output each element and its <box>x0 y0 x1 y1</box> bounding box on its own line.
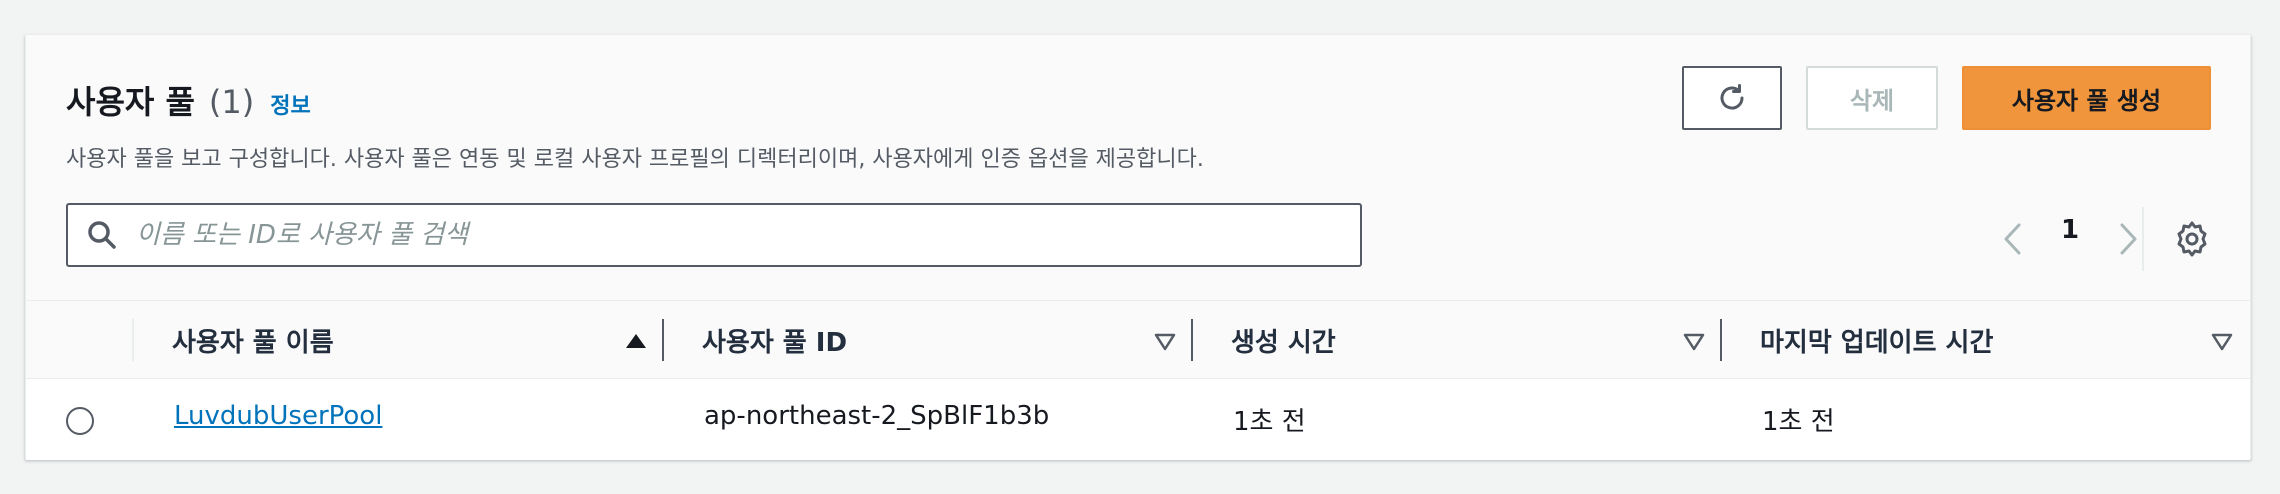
column-header-name[interactable]: 사용자 풀 이름 <box>172 301 334 380</box>
delete-button[interactable]: 삭제 <box>1806 66 1938 130</box>
chevron-left-icon[interactable] <box>1994 219 2034 259</box>
pager-divider <box>2142 207 2144 271</box>
page-title: 사용자 풀 <box>66 83 195 121</box>
column-separator[interactable] <box>662 319 664 361</box>
page-description: 사용자 풀을 보고 구성합니다. 사용자 풀은 연동 및 로컬 사용자 프로필의… <box>66 147 1204 172</box>
column-header-updated[interactable]: 마지막 업데이트 시간 <box>1760 301 1993 380</box>
search-input[interactable] <box>134 219 1334 251</box>
column-label: 사용자 풀 이름 <box>172 328 334 358</box>
column-separator[interactable] <box>1720 319 1722 361</box>
table-row[interactable]: LuvdubUserPool ap-northeast-2_SpBlF1b3b … <box>26 379 2250 460</box>
created-time: 1초 전 <box>1233 407 1306 437</box>
updated-time: 1초 전 <box>1762 407 1835 437</box>
sort-descending-icon[interactable] <box>1682 329 1706 353</box>
pool-count: (1) <box>208 83 255 121</box>
info-link[interactable]: 정보 <box>270 88 310 120</box>
user-pool-id: ap-northeast-2_SpBlF1b3b <box>704 401 1050 431</box>
column-header-created[interactable]: 생성 시간 <box>1231 301 1336 380</box>
current-page-number[interactable]: 1 <box>2061 215 2079 245</box>
sort-descending-icon[interactable] <box>2210 329 2234 353</box>
gear-icon[interactable] <box>2170 217 2214 261</box>
create-user-pool-button[interactable]: 사용자 풀 생성 <box>1962 66 2211 130</box>
column-header-id[interactable]: 사용자 풀 ID <box>702 301 847 380</box>
header-leading-separator <box>132 319 134 361</box>
refresh-icon <box>1720 84 1744 110</box>
refresh-button[interactable] <box>1682 66 1782 130</box>
row-radio-button[interactable] <box>66 407 94 435</box>
title-row: 사용자 풀 (1) 정보 <box>66 77 311 123</box>
column-label: 마지막 업데이트 시간 <box>1760 328 1994 358</box>
user-pool-name-link[interactable]: LuvdubUserPool <box>174 401 382 431</box>
search-icon <box>82 215 122 255</box>
column-label: 사용자 풀 ID <box>702 328 848 358</box>
search-field[interactable] <box>66 203 1362 267</box>
user-pools-panel: 사용자 풀 (1) 정보 사용자 풀을 보고 구성합니다. 사용자 풀은 연동 … <box>25 34 2251 460</box>
panel-header: 사용자 풀 (1) 정보 사용자 풀을 보고 구성합니다. 사용자 풀은 연동 … <box>26 35 2250 300</box>
table-header: 사용자 풀 이름 사용자 풀 ID 생성 시간 마지막 업데이트 시간 <box>26 300 2250 379</box>
sort-ascending-icon[interactable] <box>624 329 648 353</box>
sort-descending-icon[interactable] <box>1153 329 1177 353</box>
column-label: 생성 시간 <box>1231 328 1336 358</box>
column-separator[interactable] <box>1191 319 1193 361</box>
